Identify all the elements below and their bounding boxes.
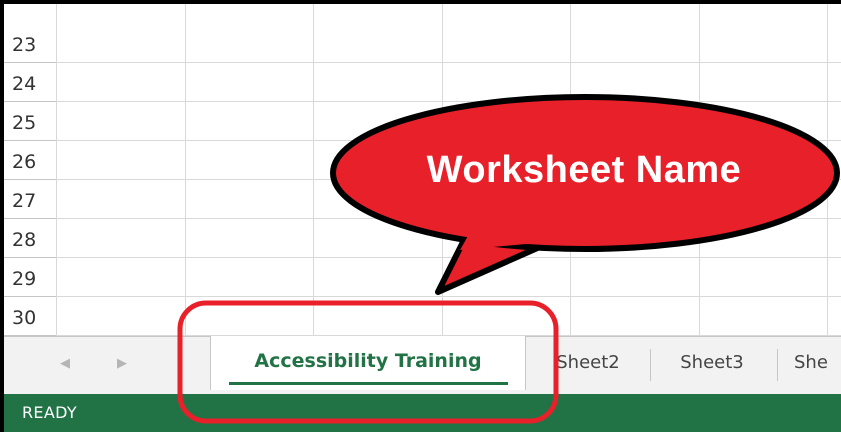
frame-border (0, 0, 841, 4)
grid-row[interactable]: 23 (4, 24, 841, 63)
sheet-tab-sheet2[interactable]: Sheet2 (534, 337, 642, 389)
grid-row[interactable]: 30 (4, 297, 841, 336)
row-number[interactable]: 27 (4, 180, 56, 219)
status-bar: READY (4, 394, 841, 432)
grid-row[interactable]: 24 (4, 63, 841, 102)
row-number[interactable]: 30 (4, 297, 56, 336)
status-text: READY (22, 403, 77, 422)
row-number[interactable]: 29 (4, 258, 56, 297)
scroll-tabs-left-icon[interactable]: ◀ (60, 355, 70, 371)
frame-border (0, 0, 4, 432)
scroll-tabs-right-icon[interactable]: ▶ (117, 355, 127, 371)
callout-label: Worksheet Name (426, 149, 742, 191)
row-number[interactable]: 23 (4, 24, 56, 63)
excel-window: 23 24 25 26 27 28 29 30 ◀ ▶ Accessibilit… (0, 0, 841, 432)
tab-divider (650, 349, 651, 381)
sheet-tab-active[interactable]: Accessibility Training (210, 336, 526, 390)
sheet-tab-sheet3[interactable]: Sheet3 (658, 337, 766, 389)
sheet-tab-bar: ◀ ▶ Accessibility Training Sheet2 Sheet3… (4, 336, 841, 394)
grid-row[interactable]: 28 (4, 219, 841, 258)
row-number[interactable]: 24 (4, 63, 56, 102)
tab-divider (777, 349, 778, 381)
row-number[interactable]: 28 (4, 219, 56, 258)
row-number[interactable]: 25 (4, 102, 56, 141)
row-number[interactable]: 26 (4, 141, 56, 180)
grid-row[interactable]: 29 (4, 258, 841, 297)
grid-row[interactable]: 25 (4, 102, 841, 141)
sheet-tab-sheet4[interactable]: She (786, 337, 841, 389)
active-tab-indicator (229, 382, 508, 385)
sheet-tab-label: Accessibility Training (254, 350, 482, 372)
